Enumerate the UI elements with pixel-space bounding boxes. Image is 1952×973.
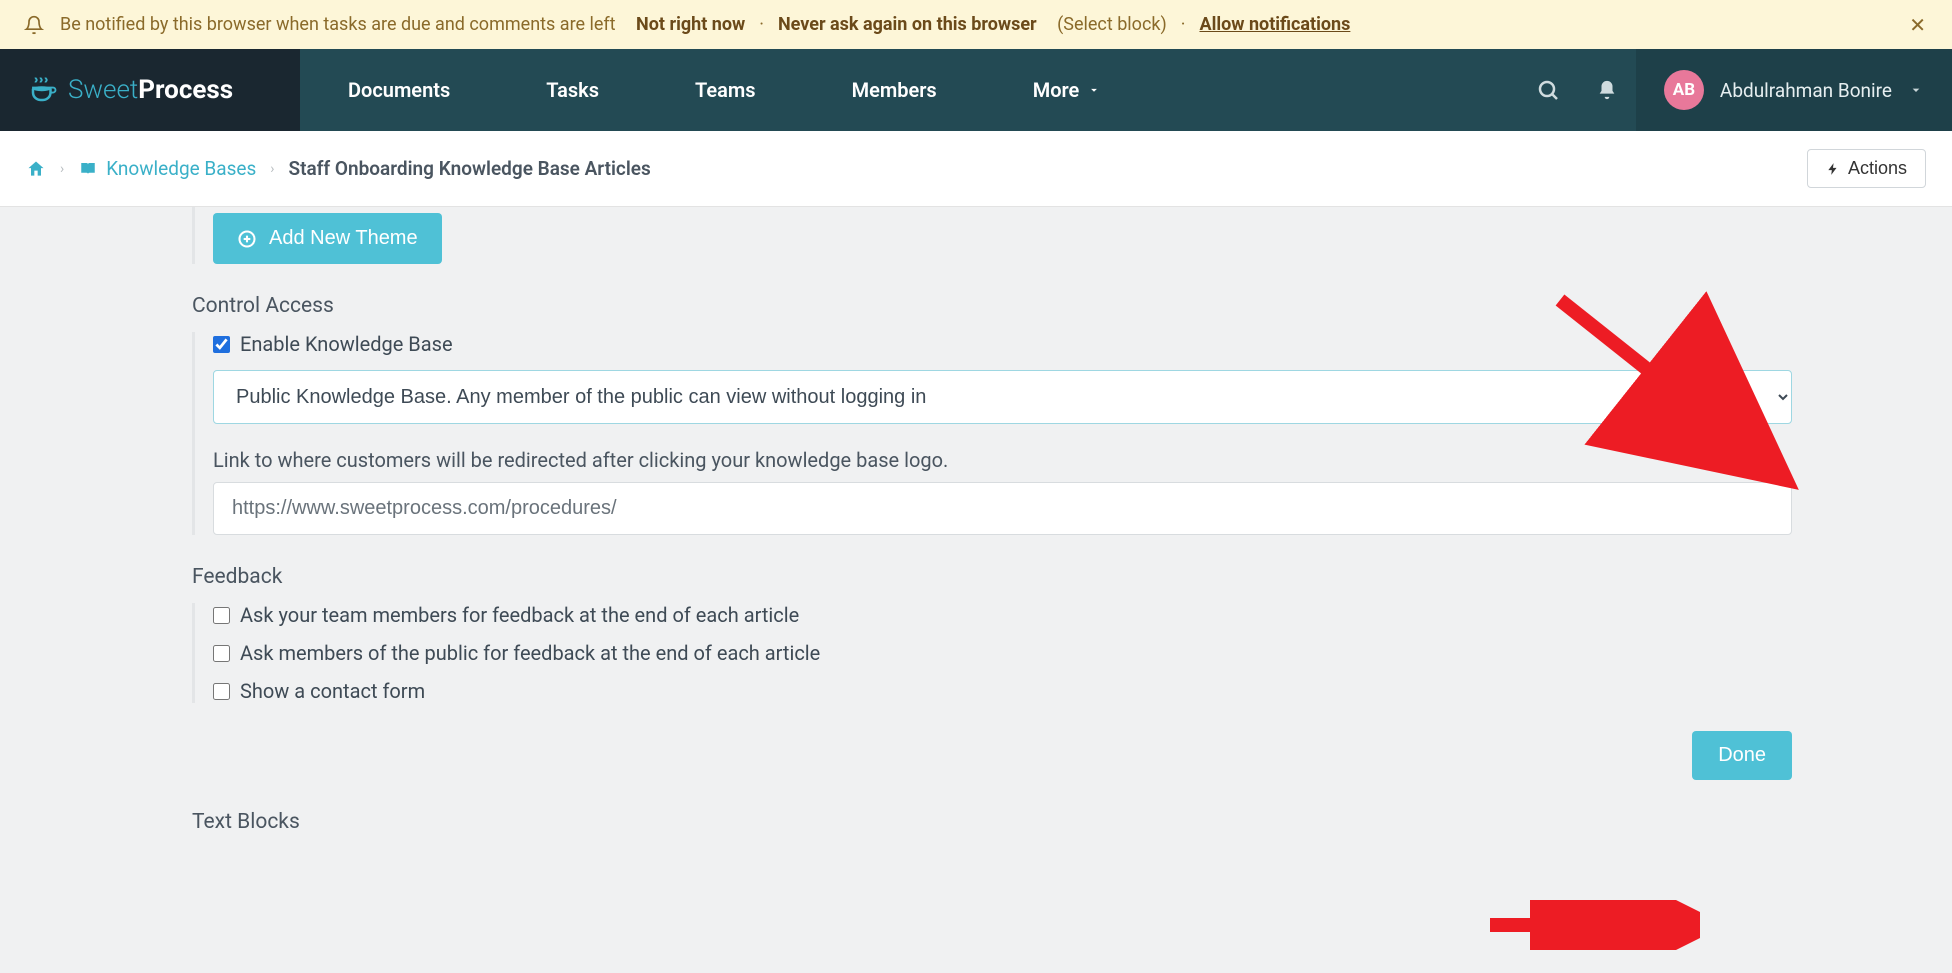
nav-members[interactable]: Members	[804, 49, 985, 131]
logo-redirect-label: Link to where customers will be redirect…	[213, 448, 1792, 472]
done-row: Done	[192, 731, 1792, 780]
actions-button[interactable]: Actions	[1807, 149, 1926, 188]
nav-documents[interactable]: Documents	[300, 49, 498, 131]
feedback-contact-row[interactable]: Show a contact form	[213, 679, 1792, 703]
logo-redirect-input[interactable]	[213, 482, 1792, 535]
main-header: SweetProcess Documents Tasks Teams Membe…	[0, 49, 1952, 131]
bell-icon[interactable]	[1578, 79, 1636, 101]
avatar: AB	[1664, 70, 1704, 110]
book-icon	[78, 160, 98, 178]
home-icon[interactable]	[26, 159, 46, 179]
bell-outline-icon	[24, 15, 44, 35]
notif-allow-link[interactable]: Allow notifications	[1199, 14, 1350, 35]
enable-kb-checkbox-row[interactable]: Enable Knowledge Base	[213, 332, 1792, 356]
feedback-public-checkbox[interactable]	[213, 645, 230, 662]
kb-visibility-select[interactable]: Public Knowledge Base. Any member of the…	[213, 370, 1792, 424]
chevron-right-icon: ›	[60, 161, 64, 177]
notif-message: Be notified by this browser when tasks a…	[60, 14, 616, 35]
chevron-right-icon: ›	[270, 161, 274, 177]
done-button[interactable]: Done	[1692, 731, 1792, 780]
breadcrumb: › Knowledge Bases › Staff Onboarding Kno…	[0, 131, 1952, 207]
annotation-arrow-done	[1480, 900, 1700, 950]
close-icon[interactable]: ✕	[1909, 13, 1926, 37]
bolt-icon	[1826, 160, 1840, 178]
nav-tasks[interactable]: Tasks	[498, 49, 647, 131]
feedback-contact-checkbox[interactable]	[213, 683, 230, 700]
breadcrumb-kb-label: Knowledge Bases	[106, 157, 256, 180]
notif-select-block: (Select block)	[1057, 14, 1167, 35]
section-text-blocks-title: Text Blocks	[192, 810, 1792, 834]
nav-teams[interactable]: Teams	[647, 49, 804, 131]
enable-kb-checkbox[interactable]	[213, 336, 230, 353]
add-theme-label: Add New Theme	[269, 227, 418, 250]
nav-more[interactable]: More	[985, 49, 1150, 131]
chevron-down-icon	[1908, 82, 1924, 98]
breadcrumb-current: Staff Onboarding Knowledge Base Articles	[288, 157, 650, 180]
breadcrumb-knowledge-bases[interactable]: Knowledge Bases	[78, 157, 256, 180]
separator-dot: ·	[753, 14, 770, 35]
search-icon[interactable]	[1518, 78, 1578, 102]
feedback-public-label: Ask members of the public for feedback a…	[240, 641, 820, 665]
section-control-access-title: Control Access	[192, 294, 1792, 318]
logo[interactable]: SweetProcess	[0, 49, 300, 131]
control-access-section: Enable Knowledge Base Public Knowledge B…	[192, 332, 1792, 535]
feedback-team-row[interactable]: Ask your team members for feedback at th…	[213, 603, 1792, 627]
actions-label: Actions	[1848, 158, 1907, 179]
logo-bold: Process	[138, 75, 233, 105]
add-new-theme-button[interactable]: Add New Theme	[213, 213, 442, 264]
browser-notification-bar: Be notified by this browser when tasks a…	[0, 0, 1952, 49]
user-name: Abdulrahman Bonire	[1720, 79, 1892, 102]
feedback-public-row[interactable]: Ask members of the public for feedback a…	[213, 641, 1792, 665]
notif-never-ask[interactable]: Never ask again on this browser	[778, 14, 1037, 35]
theme-section: Add New Theme	[192, 207, 1792, 264]
enable-kb-label: Enable Knowledge Base	[240, 332, 453, 356]
logo-text: SweetProcess	[68, 75, 233, 105]
user-menu[interactable]: AB Abdulrahman Bonire	[1636, 49, 1952, 131]
feedback-section: Ask your team members for feedback at th…	[192, 603, 1792, 703]
plus-circle-icon	[237, 229, 257, 249]
separator-dot: ·	[1175, 14, 1192, 35]
feedback-contact-label: Show a contact form	[240, 679, 425, 703]
primary-nav: Documents Tasks Teams Members More	[300, 49, 1636, 131]
nav-more-label: More	[1033, 78, 1080, 102]
feedback-team-label: Ask your team members for feedback at th…	[240, 603, 799, 627]
chevron-down-icon	[1087, 83, 1101, 97]
logo-thin: Sweet	[68, 75, 138, 105]
cup-icon	[28, 75, 58, 105]
section-feedback-title: Feedback	[192, 565, 1792, 589]
main-content: Add New Theme Control Access Enable Know…	[0, 207, 1952, 888]
notif-not-now[interactable]: Not right now	[636, 14, 745, 35]
feedback-team-checkbox[interactable]	[213, 607, 230, 624]
